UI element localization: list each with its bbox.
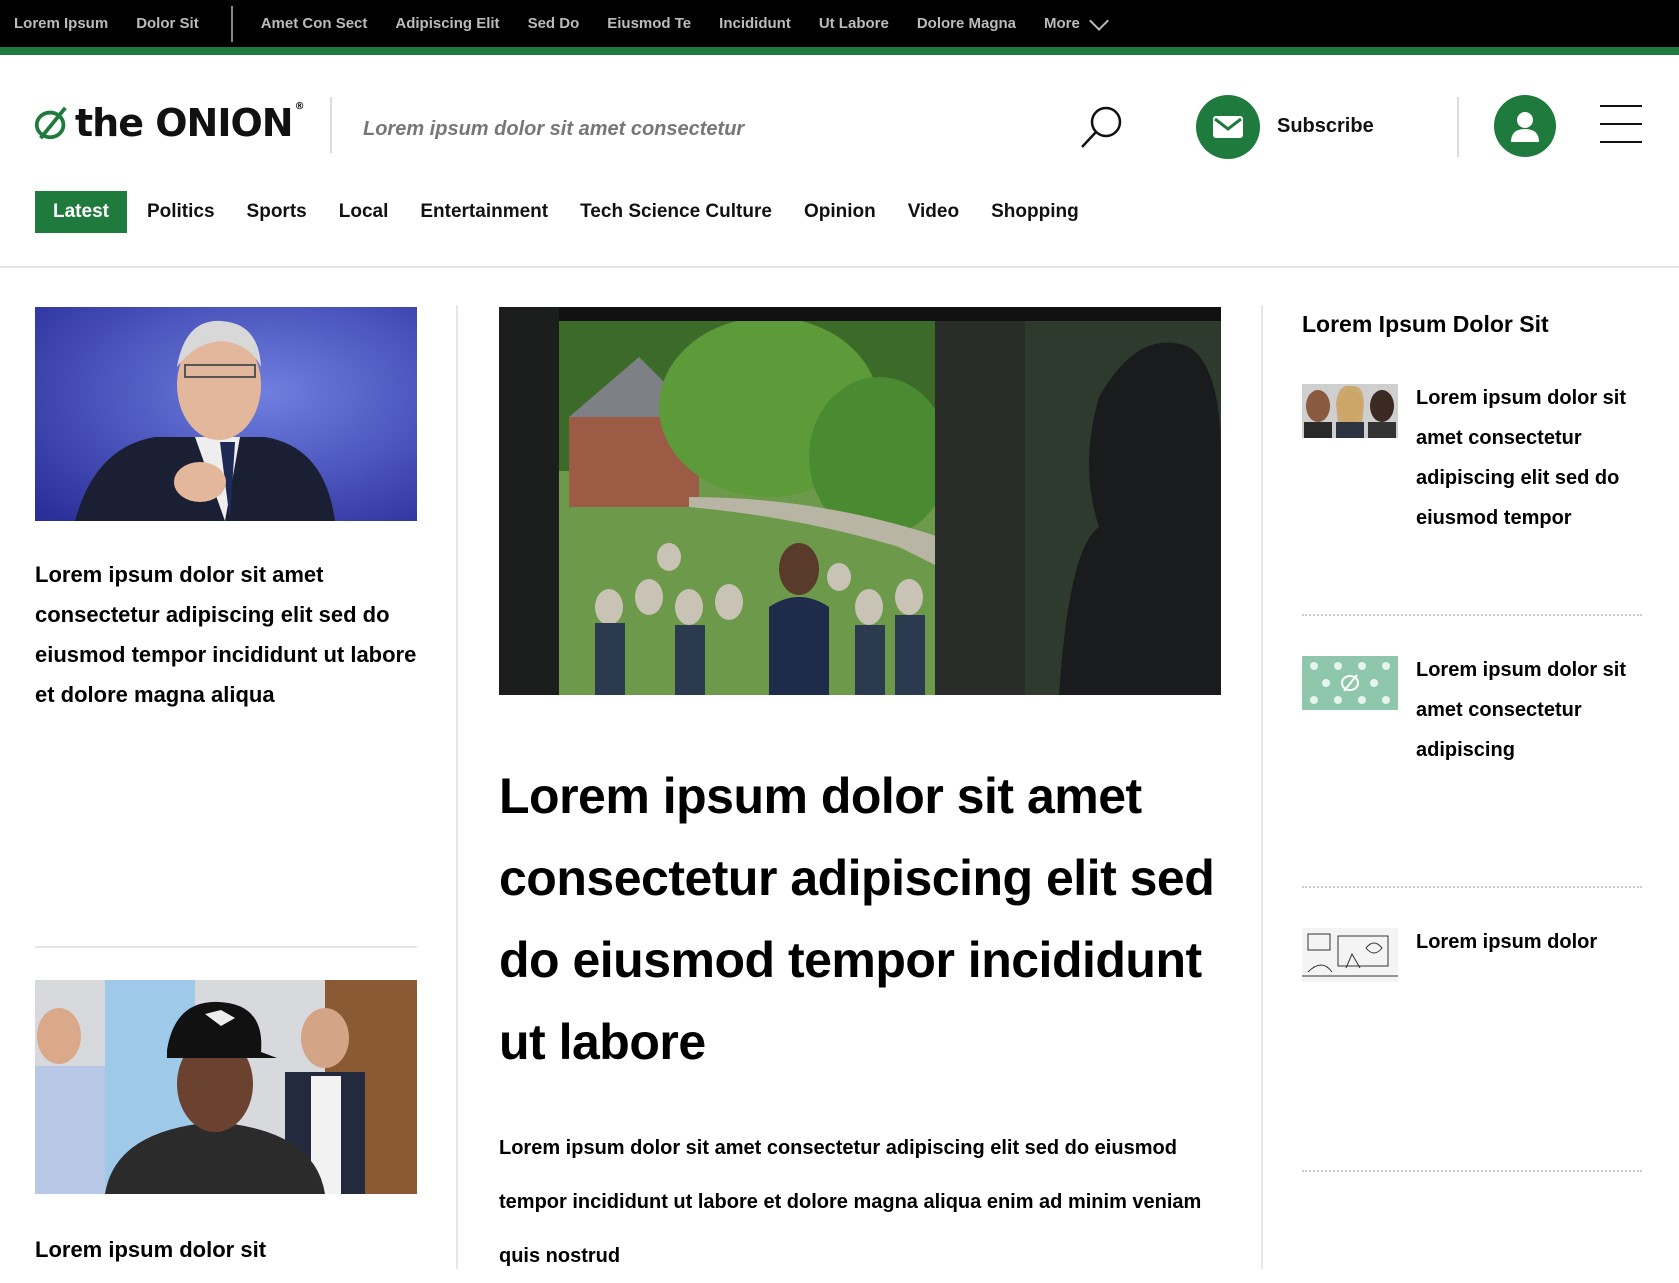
feature-column: Lorem ipsum dolor sit amet consectetur a… (499, 307, 1221, 1283)
topbar-category-6[interactable]: Ut Labore (819, 15, 889, 32)
logo-wordmark: the ONION ® (75, 101, 305, 145)
story-title[interactable]: Lorem ipsum dolor sit (35, 1230, 417, 1270)
nav-item-7[interactable]: Opinion (804, 193, 876, 231)
topbar-category-5[interactable]: Incididunt (719, 15, 791, 32)
user-icon (1511, 112, 1539, 142)
trending-divider (1302, 1170, 1642, 1172)
logo-onion: ONION (155, 101, 293, 145)
site-tagline: Lorem ipsum dolor sit amet consectetur (363, 118, 745, 140)
section-nav: Latest Politics Sports Local Entertainme… (35, 191, 1111, 233)
story-divider (35, 946, 417, 948)
nav-item-4[interactable]: Local (339, 193, 389, 231)
nav-item-latest[interactable]: Latest (35, 191, 127, 233)
trending-thumbnail[interactable] (1302, 928, 1398, 982)
header-divider (1457, 97, 1459, 157)
hamburger-menu-icon[interactable] (1600, 105, 1642, 147)
trending-divider (1302, 886, 1642, 888)
trending-thumbnail[interactable] (1302, 384, 1398, 438)
trending-column: Lorem Ipsum Dolor Sit Lorem ipsum dolor … (1302, 307, 1642, 1172)
nav-item-8[interactable]: Video (908, 193, 959, 231)
mail-icon (1213, 116, 1243, 138)
logo-registered-mark: ® (294, 101, 305, 112)
feature-image[interactable] (499, 307, 1221, 695)
story-image-speaker[interactable] (35, 307, 417, 521)
nav-item-2[interactable]: Politics (147, 193, 215, 231)
trending-thumbnail[interactable] (1302, 656, 1398, 710)
trending-divider (1302, 614, 1642, 616)
topbar-divider (230, 5, 233, 42)
topbar-category-2[interactable]: Adipiscing Elit (395, 15, 499, 32)
network-topbar: Lorem Ipsum Dolor Sit Amet Con Sect Adip… (0, 0, 1679, 55)
trending-title[interactable]: Lorem ipsum dolor (1416, 922, 1597, 962)
newsletter-label[interactable]: Subscribe (1277, 115, 1374, 138)
nav-item-3[interactable]: Sports (247, 193, 307, 231)
story-title[interactable]: Lorem ipsum dolor sit amet consectetur a… (35, 555, 417, 715)
logo-divider (330, 97, 332, 153)
left-column: Lorem ipsum dolor sit amet consectetur a… (35, 307, 417, 1270)
list-item[interactable]: Lorem ipsum dolor sit amet consectetur a… (1302, 656, 1642, 770)
trending-heading: Lorem Ipsum Dolor Sit (1302, 311, 1549, 337)
logo-the: the (75, 101, 144, 145)
nav-item-6[interactable]: Tech Science Culture (580, 193, 772, 231)
chevron-down-icon (1088, 10, 1109, 31)
topbar-category-7[interactable]: Dolore Magna (917, 15, 1016, 32)
list-item[interactable]: Lorem ipsum dolor sit amet consectetur a… (1302, 384, 1642, 538)
feature-dek: Lorem ipsum dolor sit amet consectetur a… (499, 1137, 1202, 1267)
site-logo[interactable]: the ONION ® (33, 101, 305, 145)
topbar-category-3[interactable]: Sed Do (528, 15, 580, 32)
list-item[interactable]: Lorem ipsum dolor (1302, 928, 1642, 982)
onion-leaf-icon (34, 106, 67, 140)
nav-item-5[interactable]: Entertainment (420, 193, 548, 231)
story-image-group[interactable] (35, 980, 417, 1194)
trending-title[interactable]: Lorem ipsum dolor sit amet consectetur a… (1416, 650, 1642, 770)
feature-headline[interactable]: Lorem ipsum dolor sit amet consectetur a… (499, 755, 1221, 1083)
column-rule-right (1261, 305, 1263, 1269)
topbar-more-label: More (1044, 15, 1080, 32)
column-rule-left (456, 305, 458, 1269)
nav-item-9[interactable]: Shopping (991, 193, 1079, 231)
newsletter-button[interactable] (1196, 95, 1260, 159)
network-link-2[interactable]: Dolor Sit (136, 15, 199, 32)
site-header: the ONION ® Lorem ipsum dolor sit amet co… (0, 63, 1679, 268)
trending-title[interactable]: Lorem ipsum dolor sit amet consectetur a… (1416, 378, 1642, 538)
account-button[interactable] (1494, 95, 1556, 157)
topbar-category-1[interactable]: Amet Con Sect (261, 15, 368, 32)
topbar-category-4[interactable]: Eiusmod Te (607, 15, 691, 32)
topbar-more-dropdown[interactable]: More (1044, 10, 1109, 32)
search-icon[interactable] (1078, 103, 1126, 151)
network-link-1[interactable]: Lorem Ipsum (14, 15, 108, 32)
